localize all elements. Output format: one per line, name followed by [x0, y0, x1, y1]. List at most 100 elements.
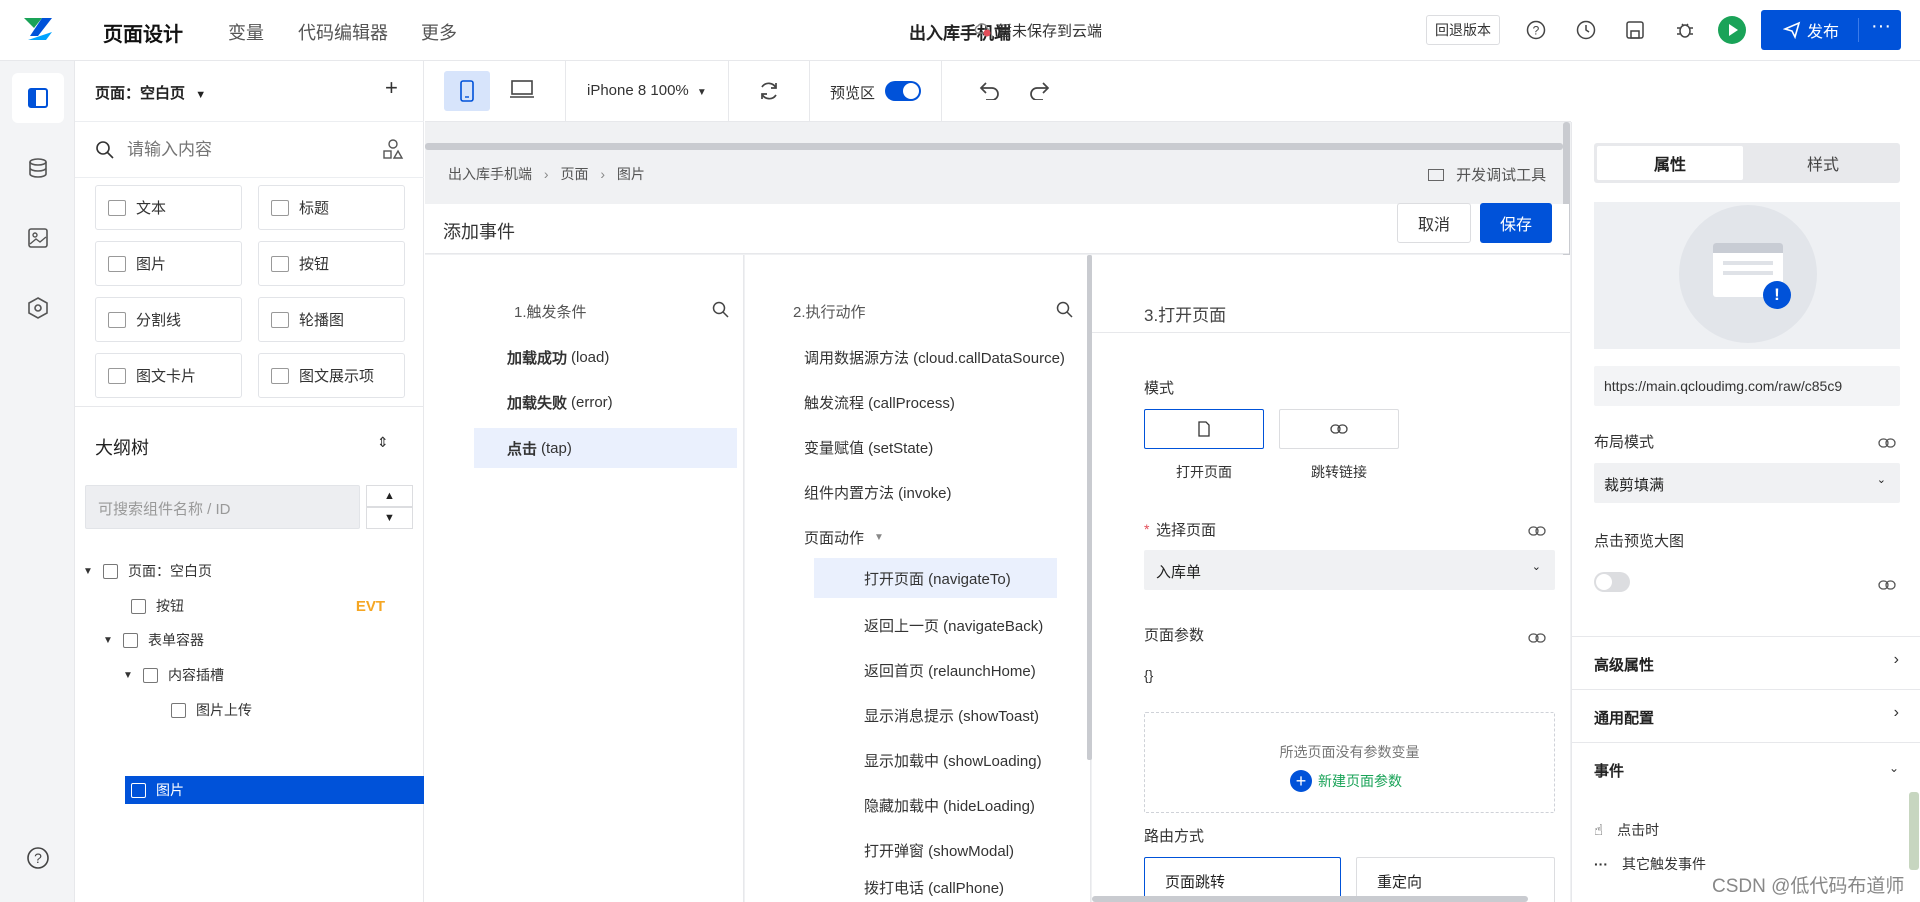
trigger-option-error[interactable]: 加载失败 (error) — [474, 380, 707, 425]
run-preview-icon[interactable] — [1717, 15, 1747, 45]
breadcrumb-item[interactable]: 图片 — [617, 166, 645, 182]
carousel-icon — [271, 311, 289, 328]
event-item-other[interactable]: ··· 其它触发事件 — [1594, 854, 1706, 874]
trigger-option-load[interactable]: 加载成功 (load) — [474, 335, 707, 380]
page-selector[interactable]: 页面：空白页 ▼ — [95, 82, 206, 103]
device-selector[interactable]: iPhone 8 100% ▼ — [587, 82, 707, 99]
property-tabs: 属性 样式 — [1594, 143, 1900, 183]
component-library-icon[interactable] — [382, 138, 404, 163]
rail-extension-icon[interactable] — [12, 283, 64, 333]
redo-icon[interactable] — [1029, 82, 1051, 103]
mode-option-label: 打开页面 — [1176, 464, 1232, 480]
action-subitem[interactable]: 拨打电话 (callPhone) — [864, 873, 1004, 902]
rail-help-icon[interactable]: ? — [12, 833, 64, 883]
action-subitem[interactable]: 返回首页 (relaunchHome) — [864, 648, 1036, 693]
desktop-view-icon[interactable] — [510, 79, 534, 102]
mode-option-label: 跳转链接 — [1311, 464, 1367, 480]
component-card[interactable]: 图文展示项 — [258, 353, 405, 398]
action-item[interactable]: 触发流程 (callProcess) — [804, 380, 955, 425]
params-value: {} — [1144, 667, 1154, 683]
action-subitem[interactable]: 隐藏加载中 (hideLoading) — [864, 783, 1035, 828]
chevron-right-icon: › — [1893, 651, 1899, 668]
tab-properties[interactable]: 属性 — [1597, 146, 1743, 180]
add-page-button[interactable]: + — [385, 75, 398, 101]
component-card[interactable]: 图文卡片 — [95, 353, 242, 398]
refresh-icon[interactable] — [758, 80, 780, 105]
new-param-button[interactable]: + 新建页面参数 — [1290, 770, 1402, 792]
mode-option-open-page[interactable] — [1144, 409, 1264, 449]
trigger-option-tap[interactable]: 点击 (tap) — [474, 428, 737, 468]
chevron-down-icon: ⌄ — [1888, 761, 1899, 775]
publish-more-button[interactable]: ··· — [1871, 15, 1891, 38]
bind-link-icon[interactable] — [1528, 630, 1546, 646]
save-button[interactable]: 保存 — [1480, 203, 1552, 243]
horizontal-scrollbar[interactable] — [425, 143, 1563, 150]
undo-icon[interactable] — [978, 82, 1000, 103]
action-subitem[interactable]: 显示消息提示 (showToast) — [864, 693, 1039, 738]
section-advanced[interactable]: 高级属性 › — [1572, 636, 1920, 689]
section-common[interactable]: 通用配置 › — [1572, 689, 1920, 742]
tree-node[interactable]: ▼ 页面：空白页 — [83, 554, 413, 588]
layout-mode-select[interactable]: 裁剪填满 ⌄ — [1594, 463, 1900, 503]
mobile-view-icon[interactable] — [444, 71, 490, 111]
component-search-input[interactable] — [127, 136, 357, 164]
dev-tools-button[interactable]: 开发调试工具 — [1428, 164, 1546, 185]
tree-node[interactable]: ▼ 内容插槽 — [123, 658, 403, 692]
search-down-button[interactable]: ▼ — [366, 507, 413, 529]
preview-large-label: 点击预览大图 — [1594, 533, 1685, 550]
caret-down-icon[interactable]: ▼ — [103, 635, 117, 646]
action-item[interactable]: 调用数据源方法 (cloud.callDataSource) — [804, 335, 1065, 380]
breadcrumb-item[interactable]: 出入库手机端 — [448, 166, 532, 182]
bind-link-icon[interactable] — [1878, 435, 1896, 451]
action-group-page[interactable]: 页面动作 ▼ — [804, 515, 884, 560]
cancel-button[interactable]: 取消 — [1397, 203, 1471, 243]
search-icon[interactable] — [712, 301, 730, 322]
mode-option-link[interactable] — [1279, 409, 1399, 449]
tab-styles[interactable]: 样式 — [1749, 146, 1897, 180]
panel-scroll-indicator[interactable] — [1909, 792, 1919, 870]
outline-search-input[interactable]: 可搜索组件名称 / ID — [85, 485, 360, 529]
action-subitem[interactable]: 返回上一页 (navigateBack) — [864, 603, 1043, 648]
action-subitem[interactable]: 显示加载中 (showLoading) — [864, 738, 1042, 783]
help-icon[interactable]: ? — [1524, 18, 1548, 42]
image-url-input[interactable]: https://main.qcloudimg.com/raw/c85c9 — [1594, 366, 1900, 406]
event-item-tap[interactable]: ☝ 点击时 — [1594, 820, 1659, 840]
component-card[interactable]: 轮播图 — [258, 297, 405, 342]
rollback-button[interactable]: 回退版本 — [1426, 15, 1500, 45]
preview-large-toggle[interactable] — [1594, 572, 1630, 592]
debug-icon[interactable] — [1673, 18, 1697, 42]
bind-link-icon[interactable] — [1878, 577, 1896, 593]
action-subitem[interactable]: 打开弹窗 (showModal) — [864, 828, 1014, 873]
preview-toggle[interactable] — [885, 81, 921, 101]
config-scrollbar[interactable] — [1092, 896, 1528, 902]
caret-down-icon: ▼ — [874, 532, 884, 543]
collapse-toggle-icon[interactable]: ⇕ — [377, 434, 389, 451]
publish-button[interactable]: 发布 ··· — [1761, 10, 1901, 50]
caret-down-icon[interactable]: ▼ — [123, 670, 137, 681]
bind-link-icon[interactable] — [1528, 523, 1546, 539]
rail-page-design-icon[interactable] — [12, 73, 64, 123]
page-select[interactable]: 入库单 ⌄ — [1144, 550, 1555, 590]
action-subitem-selected[interactable]: 打开页面 (navigateTo) — [814, 558, 1057, 598]
tree-node[interactable]: 按钮 EVT — [131, 589, 411, 623]
component-card[interactable]: 图片 — [95, 241, 242, 286]
tree-node-selected[interactable]: 图片 — [125, 776, 424, 804]
component-card[interactable]: 分割线 — [95, 297, 242, 342]
section-events[interactable]: 事件 ⌄ — [1572, 742, 1920, 795]
tree-node[interactable]: 图片上传 — [171, 693, 411, 727]
rail-media-icon[interactable] — [12, 213, 64, 263]
search-icon[interactable] — [1056, 301, 1074, 322]
rail-database-icon[interactable] — [12, 143, 64, 193]
component-card[interactable]: 文本 — [95, 185, 242, 230]
component-card[interactable]: 标题 — [258, 185, 405, 230]
action-item[interactable]: 变量赋值 (setState) — [804, 425, 933, 470]
breadcrumb-item[interactable]: 页面 — [560, 166, 588, 182]
history-icon[interactable] — [1574, 18, 1598, 42]
action-item[interactable]: 组件内置方法 (invoke) — [804, 470, 952, 515]
tree-node[interactable]: ▼ 表单容器 — [103, 623, 403, 657]
caret-down-icon[interactable]: ▼ — [83, 566, 97, 577]
component-card[interactable]: 按钮 — [258, 241, 405, 286]
save-icon[interactable] — [1623, 18, 1647, 42]
search-up-button[interactable]: ▲ — [366, 485, 413, 507]
toggle-knob — [903, 83, 919, 99]
